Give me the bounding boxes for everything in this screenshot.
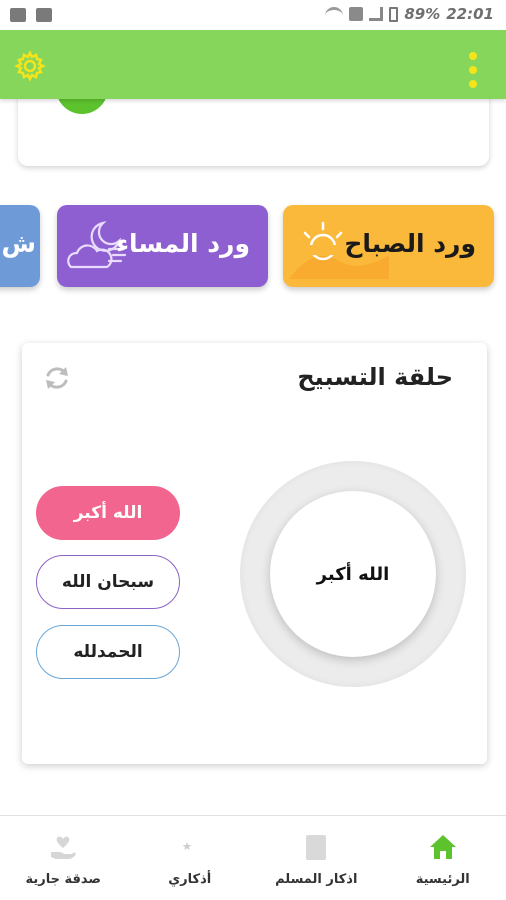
top-card <box>18 78 489 166</box>
notification-icon <box>10 8 26 22</box>
allahu-akbar-button[interactable]: الله أكبر <box>36 486 180 540</box>
nav-home-label: الرئيسية <box>415 872 470 887</box>
book-icon <box>301 832 331 862</box>
wifi-icon <box>325 7 344 21</box>
nav-sadaqa[interactable]: صدقة جارية <box>0 816 127 900</box>
nav-muslim-adhkar[interactable]: اذكار المسلم <box>253 816 380 900</box>
tasbih-title: حلقة التسبيح <box>297 363 453 391</box>
bottom-nav: الرئيسية اذكار المسلم أذكاري صدقة جارية <box>0 815 506 900</box>
counter-button[interactable]: الله أكبر <box>270 491 436 657</box>
nav-muslim-adhkar-label: اذكار المسلم <box>275 872 358 887</box>
home-icon <box>428 832 458 862</box>
signal-icon <box>369 7 384 21</box>
morning-wird-label: ورد الصباح <box>344 229 476 258</box>
third-wird-label: ش <box>1 229 37 258</box>
nav-sadaqa-label: صدقة جارية <box>25 872 102 887</box>
clock: 22:01 <box>446 5 494 23</box>
status-bar: 89% 22:01 <box>0 0 506 30</box>
crescent-star-icon <box>175 832 205 862</box>
nav-my-adhkar[interactable]: أذكاري <box>127 816 254 900</box>
tasbih-card: حلقة التسبيح الله أكبر الله أكبر سبحان ا… <box>22 343 487 764</box>
heart-hand-icon <box>48 832 78 862</box>
nav-my-adhkar-label: أذكاري <box>168 872 212 887</box>
image-notification-icon <box>36 8 52 22</box>
alhamdulillah-button[interactable]: الحمدلله <box>36 625 180 679</box>
subhanallah-button[interactable]: سبحان الله <box>36 555 180 609</box>
battery-icon <box>389 6 399 22</box>
nav-home[interactable]: الرئيسية <box>380 816 506 900</box>
third-wird-card[interactable]: ش <box>0 205 40 287</box>
battery-percent: 89% <box>404 5 441 23</box>
refresh-icon[interactable] <box>42 363 72 393</box>
gear-icon[interactable] <box>14 50 46 82</box>
evening-wird-label: ورد المساء <box>116 229 250 258</box>
app-bar <box>0 30 506 99</box>
morning-wird-card[interactable]: ورد الصباح <box>283 205 494 287</box>
evening-wird-card[interactable]: ورد المساء <box>57 205 268 287</box>
counter-text: الله أكبر <box>316 563 390 585</box>
sim-icon <box>349 7 364 21</box>
kebab-menu-icon[interactable] <box>468 52 478 88</box>
system-status: 89% 22:01 <box>325 5 494 23</box>
counter-ring: الله أكبر <box>240 461 466 687</box>
notification-icons <box>10 8 52 22</box>
